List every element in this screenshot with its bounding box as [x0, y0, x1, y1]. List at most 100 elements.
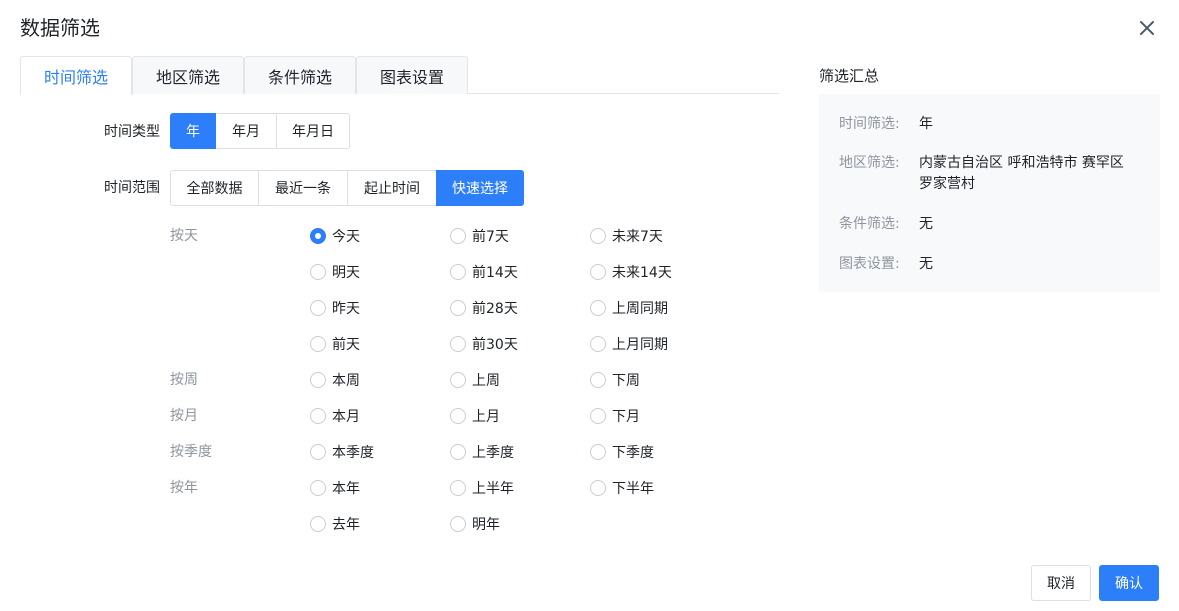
- radio-label: 昨天: [332, 301, 360, 317]
- tab-bar: 时间筛选 地区筛选 条件筛选 图表设置: [20, 56, 779, 95]
- radio-label: 前14天: [472, 265, 518, 281]
- summary-key: 地区筛选:: [839, 155, 900, 171]
- tab-time-filter[interactable]: 时间筛选: [20, 56, 132, 95]
- radio-circle-icon: [450, 444, 466, 460]
- radio-option[interactable]: 前天: [310, 334, 360, 354]
- radio-circle-icon: [590, 444, 606, 460]
- group-label-by-day: 按天: [170, 228, 198, 244]
- radio-option[interactable]: 前14天: [450, 262, 518, 282]
- radio-option[interactable]: 上季度: [450, 442, 514, 462]
- radio-option[interactable]: 明天: [310, 262, 360, 282]
- time-range-all-data[interactable]: 全部数据: [170, 170, 259, 206]
- radio-circle-icon: [450, 336, 466, 352]
- time-range-latest[interactable]: 最近一条: [258, 170, 348, 206]
- radio-option[interactable]: 本季度: [310, 442, 374, 462]
- radio-circle-icon: [310, 300, 326, 316]
- radio-label: 去年: [332, 517, 360, 533]
- radio-option[interactable]: 本年: [310, 478, 360, 498]
- radio-option[interactable]: 上周: [450, 370, 500, 390]
- summary-panel: 时间筛选: 年 地区筛选: 内蒙古自治区 呼和浩特市 赛罕区 罗家营村 条件筛选…: [819, 94, 1160, 292]
- time-type-year-month[interactable]: 年月: [215, 113, 277, 149]
- radio-option[interactable]: 本月: [310, 406, 360, 426]
- summary-value: 无: [919, 256, 933, 272]
- radio-circle-icon: [450, 516, 466, 532]
- radio-option[interactable]: 上周同期: [590, 298, 668, 318]
- time-range-segmented: 全部数据 最近一条 起止时间 快速选择: [170, 170, 524, 206]
- time-type-label: 时间类型: [104, 124, 160, 140]
- radio-label: 本周: [332, 373, 360, 389]
- summary-key: 图表设置:: [839, 256, 900, 272]
- radio-label: 上周同期: [612, 301, 668, 317]
- radio-label: 未来7天: [612, 229, 663, 245]
- radio-option[interactable]: 未来7天: [590, 226, 663, 246]
- time-range-quick-select[interactable]: 快速选择: [436, 170, 524, 206]
- radio-circle-icon: [450, 264, 466, 280]
- radio-option[interactable]: 前7天: [450, 226, 509, 246]
- time-type-year-month-day[interactable]: 年月日: [276, 113, 350, 149]
- time-range-start-end[interactable]: 起止时间: [347, 170, 437, 206]
- radio-option[interactable]: 去年: [310, 514, 360, 534]
- radio-circle-icon: [310, 372, 326, 388]
- tab-region-filter[interactable]: 地区筛选: [132, 56, 244, 94]
- tab-chart-settings[interactable]: 图表设置: [356, 56, 468, 94]
- radio-option[interactable]: 上月: [450, 406, 500, 426]
- radio-circle-icon: [450, 372, 466, 388]
- tab-condition-filter[interactable]: 条件筛选: [244, 56, 356, 94]
- radio-label: 上半年: [472, 481, 514, 497]
- summary-row-condition: 条件筛选: 无: [839, 214, 1134, 235]
- radio-circle-icon: [590, 336, 606, 352]
- summary-value: 内蒙古自治区 呼和浩特市 赛罕区 罗家营村: [919, 155, 1124, 192]
- summary-row-time: 时间筛选: 年: [839, 114, 1134, 135]
- radio-checked-icon: [310, 228, 326, 244]
- radio-label: 下半年: [612, 481, 654, 497]
- radio-circle-icon: [310, 264, 326, 280]
- radio-option[interactable]: 上半年: [450, 478, 514, 498]
- radio-option[interactable]: 明年: [450, 514, 500, 534]
- radio-circle-icon: [590, 228, 606, 244]
- radio-circle-icon: [310, 516, 326, 532]
- radio-option[interactable]: 今天: [310, 226, 360, 246]
- radio-circle-icon: [450, 300, 466, 316]
- cancel-button[interactable]: 取消: [1031, 565, 1091, 601]
- radio-circle-icon: [590, 408, 606, 424]
- radio-option[interactable]: 昨天: [310, 298, 360, 318]
- radio-option[interactable]: 未来14天: [590, 262, 672, 282]
- radio-option[interactable]: 上月同期: [590, 334, 668, 354]
- radio-circle-icon: [590, 372, 606, 388]
- summary-key: 时间筛选:: [839, 116, 900, 132]
- group-label-by-year: 按年: [170, 480, 198, 496]
- radio-label: 前天: [332, 337, 360, 353]
- radio-circle-icon: [450, 228, 466, 244]
- radio-circle-icon: [310, 408, 326, 424]
- radio-label: 上周: [472, 373, 500, 389]
- radio-option[interactable]: 下半年: [590, 478, 654, 498]
- group-label-by-week: 按周: [170, 372, 198, 388]
- radio-circle-icon: [450, 408, 466, 424]
- radio-label: 上季度: [472, 445, 514, 461]
- radio-label: 前30天: [472, 337, 518, 353]
- confirm-button[interactable]: 确认: [1099, 565, 1159, 601]
- radio-circle-icon: [310, 480, 326, 496]
- summary-value: 无: [919, 216, 933, 232]
- radio-label: 下月: [612, 409, 640, 425]
- summary-row-chart: 图表设置: 无: [839, 254, 1134, 275]
- radio-label: 下周: [612, 373, 640, 389]
- time-type-year[interactable]: 年: [170, 113, 216, 149]
- radio-circle-icon: [590, 480, 606, 496]
- radio-option[interactable]: 下周: [590, 370, 640, 390]
- radio-option[interactable]: 下季度: [590, 442, 654, 462]
- radio-circle-icon: [310, 336, 326, 352]
- radio-option[interactable]: 前30天: [450, 334, 518, 354]
- close-icon[interactable]: [1137, 18, 1157, 38]
- radio-option[interactable]: 本周: [310, 370, 360, 390]
- time-type-segmented: 年 年月 年月日: [170, 113, 350, 149]
- radio-option[interactable]: 下月: [590, 406, 640, 426]
- summary-title: 筛选汇总: [819, 67, 880, 85]
- radio-option[interactable]: 前28天: [450, 298, 518, 318]
- group-label-by-month: 按月: [170, 408, 198, 424]
- radio-label: 未来14天: [612, 265, 672, 281]
- radio-circle-icon: [590, 300, 606, 316]
- radio-label: 本年: [332, 481, 360, 497]
- radio-circle-icon: [310, 444, 326, 460]
- radio-label: 下季度: [612, 445, 654, 461]
